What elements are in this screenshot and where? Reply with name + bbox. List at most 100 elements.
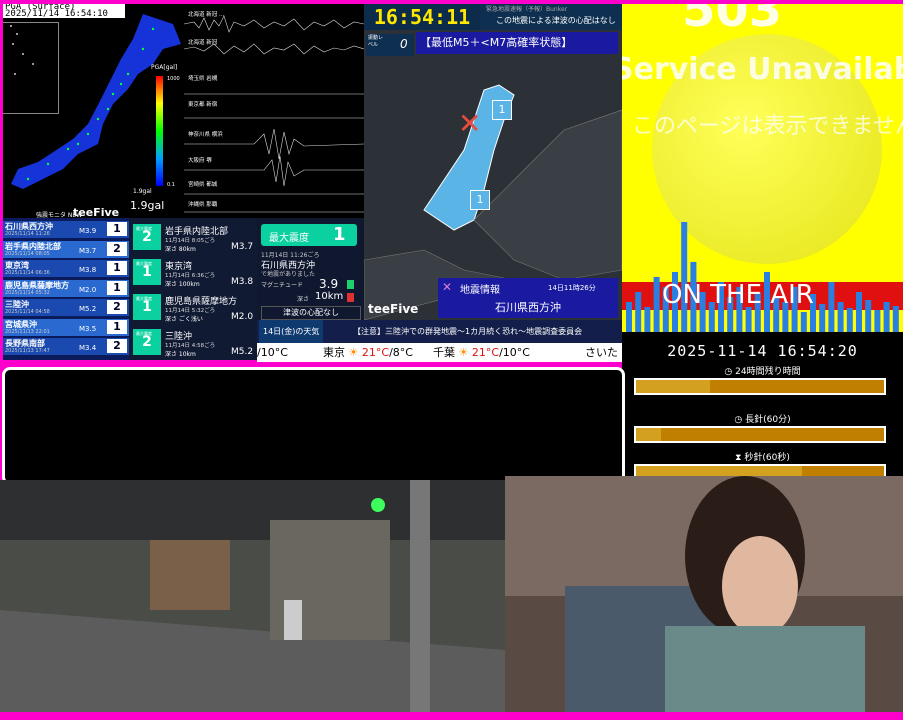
- quake-row: 長野県南部 2025/11/13 17:47 M3.4 2: [3, 338, 129, 355]
- quake-info-box: ✕ 地震情報 14日11時26分: [438, 278, 618, 298]
- timer-bar-label: ◷ 長針(60分): [622, 412, 903, 425]
- earthquake-history-list: 石川県西方沖 2025/11/14 11:26 M3.9 1 岩手県内陸北部 2025/1…: [3, 218, 129, 360]
- person-video-image: [505, 476, 903, 712]
- quake-detail-time: 11月14日 4:58ごろ: [165, 343, 216, 349]
- quake-detail-intensity: 最大震度 2: [133, 329, 161, 355]
- quake-detail-mag: M3.8: [231, 277, 254, 287]
- tsunami-notice-line2: この地震による津波の心配はなし: [496, 16, 616, 25]
- quake-detail-mag: M5.2: [231, 347, 254, 357]
- timer-progress-remaining: [660, 428, 884, 441]
- info-mag-marker: [347, 280, 354, 289]
- level-box: 振動レベル 0: [366, 34, 414, 56]
- intensity-marker-bottom: 1: [470, 190, 490, 210]
- hourglass-icon: ⧗: [735, 453, 742, 463]
- visualizer-bar: [837, 302, 844, 332]
- quake-detail-intensity: 最大震度 2: [133, 224, 161, 250]
- quake-detail-depth: 深さ 80km: [165, 246, 196, 253]
- weather-high-1: 21°C: [361, 346, 390, 359]
- visualizer-bar: [635, 292, 642, 332]
- quake-date: 2025/11/14 05:32: [5, 289, 50, 296]
- blank-message-box: [2, 367, 625, 485]
- sun-icon: ☀: [458, 346, 469, 359]
- visualizer-bar: [865, 300, 872, 332]
- max-intensity-value: 1: [333, 224, 346, 245]
- visualizer-bar: [846, 308, 853, 332]
- quake-detail-row: 最大震度 2 三陸沖 11月14日 4:58ごろ 深さ 10km M5.2: [131, 327, 255, 360]
- waveform-panel: 北海道 新冠 ... 北海道 新冠 埼玉県 岩槻 東京都 新宿 神奈川県 横浜 大阪府 堺…: [184, 4, 364, 218]
- weather-segment-2: 千葉 ☀ 21°C/10°C: [433, 343, 530, 362]
- quake-info-title: 地震情報: [460, 285, 500, 296]
- quake-detail-time: 11月14日 8:05ごろ: [165, 238, 216, 244]
- quake-mag: M3.7: [79, 246, 97, 255]
- visualizer-bar: [892, 306, 899, 332]
- visualizer-bar: [681, 222, 688, 332]
- info-depth-marker: [347, 293, 354, 302]
- visualizer-bar: [644, 307, 651, 332]
- info-tsunami: 津波の心配なし: [261, 306, 361, 320]
- quake-detail-depth: 深さ 10km: [165, 351, 196, 358]
- intensity-marker-top: 1: [492, 100, 512, 120]
- quake-detail-mag: M2.0: [231, 312, 254, 322]
- quake-row: 宮城県沖 2025/11/13 22:01 M3.5 1: [3, 318, 129, 336]
- alert-banner: 【最低M5＋<M7高確率状態】: [416, 32, 618, 54]
- visualizer-bar: [653, 277, 660, 332]
- quake-date: 2025/11/13 22:01: [5, 328, 50, 335]
- weather-city-3: さいた: [585, 346, 618, 359]
- visualizer-bar: [745, 307, 752, 332]
- quake-detail-time: 11月14日 5:32ごろ: [165, 308, 216, 314]
- quake-intensity: 2: [107, 339, 127, 353]
- pga-gal-small: 1.9gal: [133, 188, 152, 195]
- pga-gal-value: 1.9gal: [130, 199, 165, 212]
- video-feed-person: [505, 476, 903, 712]
- visualizer-bar: [626, 302, 632, 332]
- weather-city-2: 千葉: [433, 346, 455, 359]
- quake-mag: M3.4: [79, 344, 97, 352]
- info-mag-value: 3.9: [319, 277, 339, 291]
- visualizer-bar: [800, 312, 807, 332]
- timer-bar-label: ◷ 24時間残り時間: [622, 364, 903, 377]
- timer-progress-fill: [636, 466, 803, 476]
- weather-low-1: /8°C: [389, 346, 413, 359]
- latest-quake-info: 最大震度 1 11月14日 11:26ごろ 石川県西方沖 で地震がありました マ…: [257, 218, 364, 320]
- quake-intensity: 1: [107, 261, 127, 275]
- pga-brand: teeFive: [73, 206, 120, 218]
- quake-row: 三陸沖 2025/11/14 04:58 M5.2 2: [3, 299, 129, 316]
- quake-mag: M2.0: [79, 285, 97, 294]
- ticker-news: 【注意】三陸沖での群発地震〜1カ月続く恐れ〜地震調査委員会: [353, 327, 583, 336]
- level-value: 0: [400, 37, 408, 51]
- quake-info-time: 14日11時26分: [548, 284, 596, 292]
- quake-date: 2025/11/14 08:05: [5, 250, 50, 257]
- quake-intensity: 1: [107, 319, 127, 334]
- intensity-map: 振動レベル 0 【最低M5＋<M7高確率状態】 ✕ 1 1 ✕ 地震情報 14日…: [364, 30, 622, 320]
- clock-display: 16:54:11: [364, 4, 480, 30]
- visualizer-bar: [856, 292, 862, 332]
- weather-low-0: /10°C: [257, 346, 288, 359]
- quake-detail-depth: 深さ 100km: [165, 281, 200, 288]
- quake-row: 石川県西方沖 2025/11/14 11:26 M3.9 1: [3, 221, 129, 238]
- quake-detail-intensity: 最大震度 1: [133, 294, 161, 320]
- max-intensity-box: 最大震度 1: [261, 224, 357, 246]
- clock-icon: ◷: [734, 415, 743, 425]
- visualizer-bar: [883, 302, 890, 332]
- ishikawa-map-shape: [364, 84, 622, 320]
- epicenter-x-icon: ✕: [458, 107, 482, 140]
- quake-intensity: 2: [107, 300, 127, 314]
- sun-icon: ☀: [348, 346, 359, 359]
- quake-info-x-icon: ✕: [442, 280, 453, 294]
- on-air-panel: 503 Service Unavailable このページは表示できません ON…: [622, 4, 903, 332]
- visualizer-bar: [819, 304, 826, 332]
- visualizer-bar: [874, 310, 881, 332]
- weather-bar: /10°C 東京 ☀ 21°C/8°C 千葉 ☀ 21°C/10°C さいた: [257, 343, 622, 362]
- map-brand: teeFive: [368, 302, 419, 316]
- quake-intensity: 2: [107, 241, 127, 256]
- quake-date: 2025/11/14 04:58: [5, 309, 50, 315]
- weather-high-2: 21°C: [471, 346, 500, 359]
- quake-date: 2025/11/13 17:47: [5, 348, 50, 354]
- timer-progress-bar: [634, 464, 886, 476]
- level-label: 振動レベル: [368, 35, 384, 48]
- quake-info-place: 石川県西方沖: [438, 298, 618, 318]
- weather-city-1: 東京: [323, 346, 345, 359]
- quake-mag: M3.9: [79, 227, 97, 235]
- quake-intensity: 1: [107, 280, 127, 295]
- quake-date: 2025/11/14 06:36: [5, 270, 50, 276]
